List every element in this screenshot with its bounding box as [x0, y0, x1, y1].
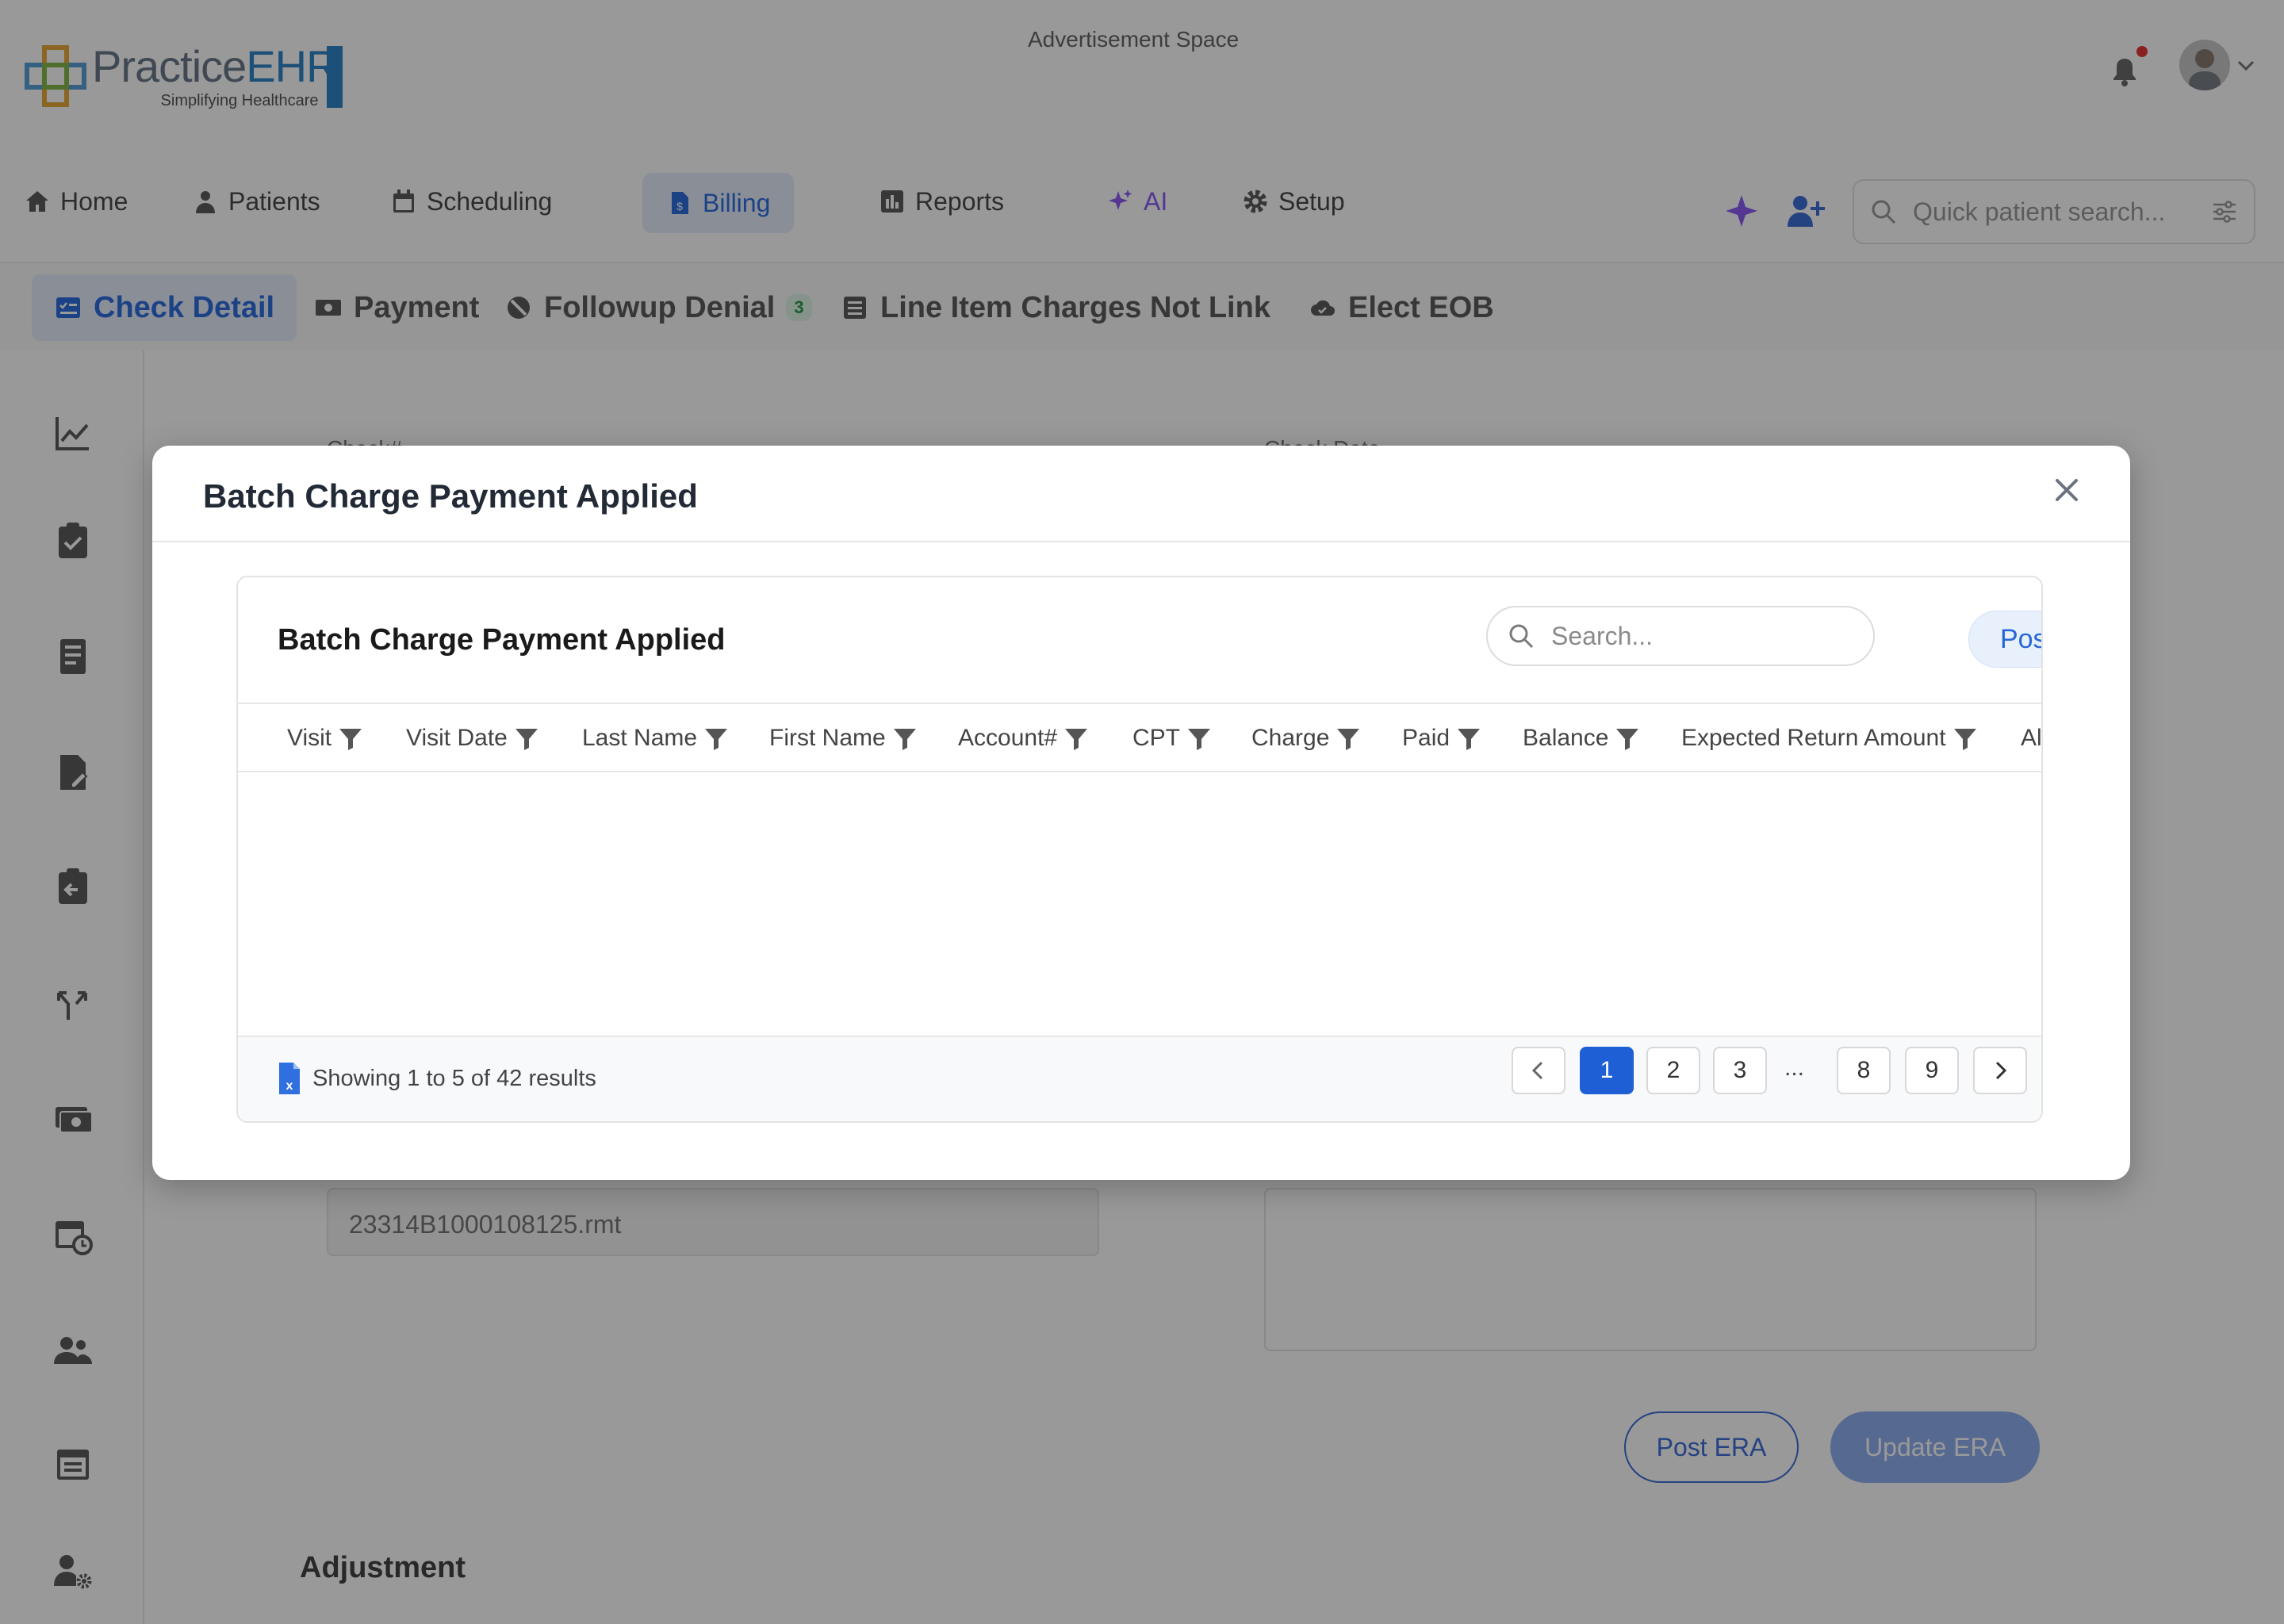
column-last-name-label: Last Name — [582, 725, 698, 751]
chevron-right-icon — [1995, 1061, 2007, 1080]
column-balance-label: Balance — [1523, 725, 1609, 751]
svg-text:x: x — [286, 1079, 293, 1093]
column-al-truncated[interactable]: Al — [2021, 704, 2042, 772]
modal-header: Batch Charge Payment Applied — [152, 446, 2130, 542]
card-title: Batch Charge Payment Applied — [278, 623, 726, 657]
filter-icon[interactable] — [1336, 726, 1361, 751]
filter-icon[interactable] — [1615, 726, 1640, 751]
post-button[interactable]: Post — [1968, 611, 2041, 668]
column-charge-label: Charge — [1251, 725, 1330, 751]
column-al-label: Al — [2021, 725, 2042, 751]
column-expected-return-amount-label: Expected Return Amount — [1681, 725, 1946, 751]
filter-icon[interactable] — [1186, 726, 1212, 751]
table-footer: x Showing 1 to 5 of 42 results 1 2 3 ...… — [238, 1036, 2041, 1121]
results-summary: Showing 1 to 5 of 42 results — [312, 1066, 596, 1091]
chevron-left-icon — [1531, 1061, 1543, 1080]
next-page-button[interactable] — [1973, 1047, 2027, 1094]
close-icon[interactable] — [2051, 474, 2083, 506]
table-body — [238, 772, 2041, 1036]
batch-charge-card: Batch Charge Payment Applied Post Visit … — [236, 576, 2043, 1123]
card-search — [1486, 606, 1875, 666]
page-2-button[interactable]: 2 — [1646, 1047, 1700, 1094]
batch-charge-modal: Batch Charge Payment Applied Batch Charg… — [152, 446, 2130, 1180]
column-visit-date-label: Visit Date — [406, 725, 508, 751]
search-icon — [1509, 624, 1534, 649]
column-visit-label: Visit — [287, 725, 332, 751]
column-visit[interactable]: Visit — [287, 704, 363, 772]
filter-icon[interactable] — [1063, 726, 1089, 751]
search-input[interactable] — [1551, 621, 1853, 651]
prev-page-button[interactable] — [1512, 1047, 1565, 1094]
column-cpt-label: CPT — [1132, 725, 1180, 751]
filter-icon[interactable] — [703, 726, 729, 751]
pagination-ellipsis: ... — [1784, 1055, 1805, 1081]
filter-icon[interactable] — [1456, 726, 1481, 751]
page-8-button[interactable]: 8 — [1837, 1047, 1891, 1094]
column-visit-date[interactable]: Visit Date — [406, 704, 539, 772]
page-1-button[interactable]: 1 — [1580, 1047, 1634, 1094]
modal-title: Batch Charge Payment Applied — [203, 477, 698, 515]
excel-export-icon[interactable]: x — [278, 1061, 301, 1096]
column-balance[interactable]: Balance — [1523, 704, 1640, 772]
column-account-label: Account# — [958, 725, 1058, 751]
column-first-name[interactable]: First Name — [769, 704, 918, 772]
column-paid[interactable]: Paid — [1402, 704, 1481, 772]
column-cpt[interactable]: CPT — [1132, 704, 1212, 772]
column-expected-return-amount[interactable]: Expected Return Amount — [1681, 704, 1978, 772]
filter-icon[interactable] — [338, 726, 363, 751]
filter-icon[interactable] — [892, 726, 918, 751]
page-3-button[interactable]: 3 — [1713, 1047, 1767, 1094]
column-charge[interactable]: Charge — [1251, 704, 1361, 772]
page-9-button[interactable]: 9 — [1905, 1047, 1959, 1094]
column-paid-label: Paid — [1402, 725, 1450, 751]
filter-icon[interactable] — [514, 726, 539, 751]
table-header: Visit Visit Date Last Name First Name Ac… — [238, 703, 2042, 772]
column-first-name-label: First Name — [769, 725, 886, 751]
column-last-name[interactable]: Last Name — [582, 704, 729, 772]
filter-icon[interactable] — [1953, 726, 1978, 751]
column-account[interactable]: Account# — [958, 704, 1089, 772]
